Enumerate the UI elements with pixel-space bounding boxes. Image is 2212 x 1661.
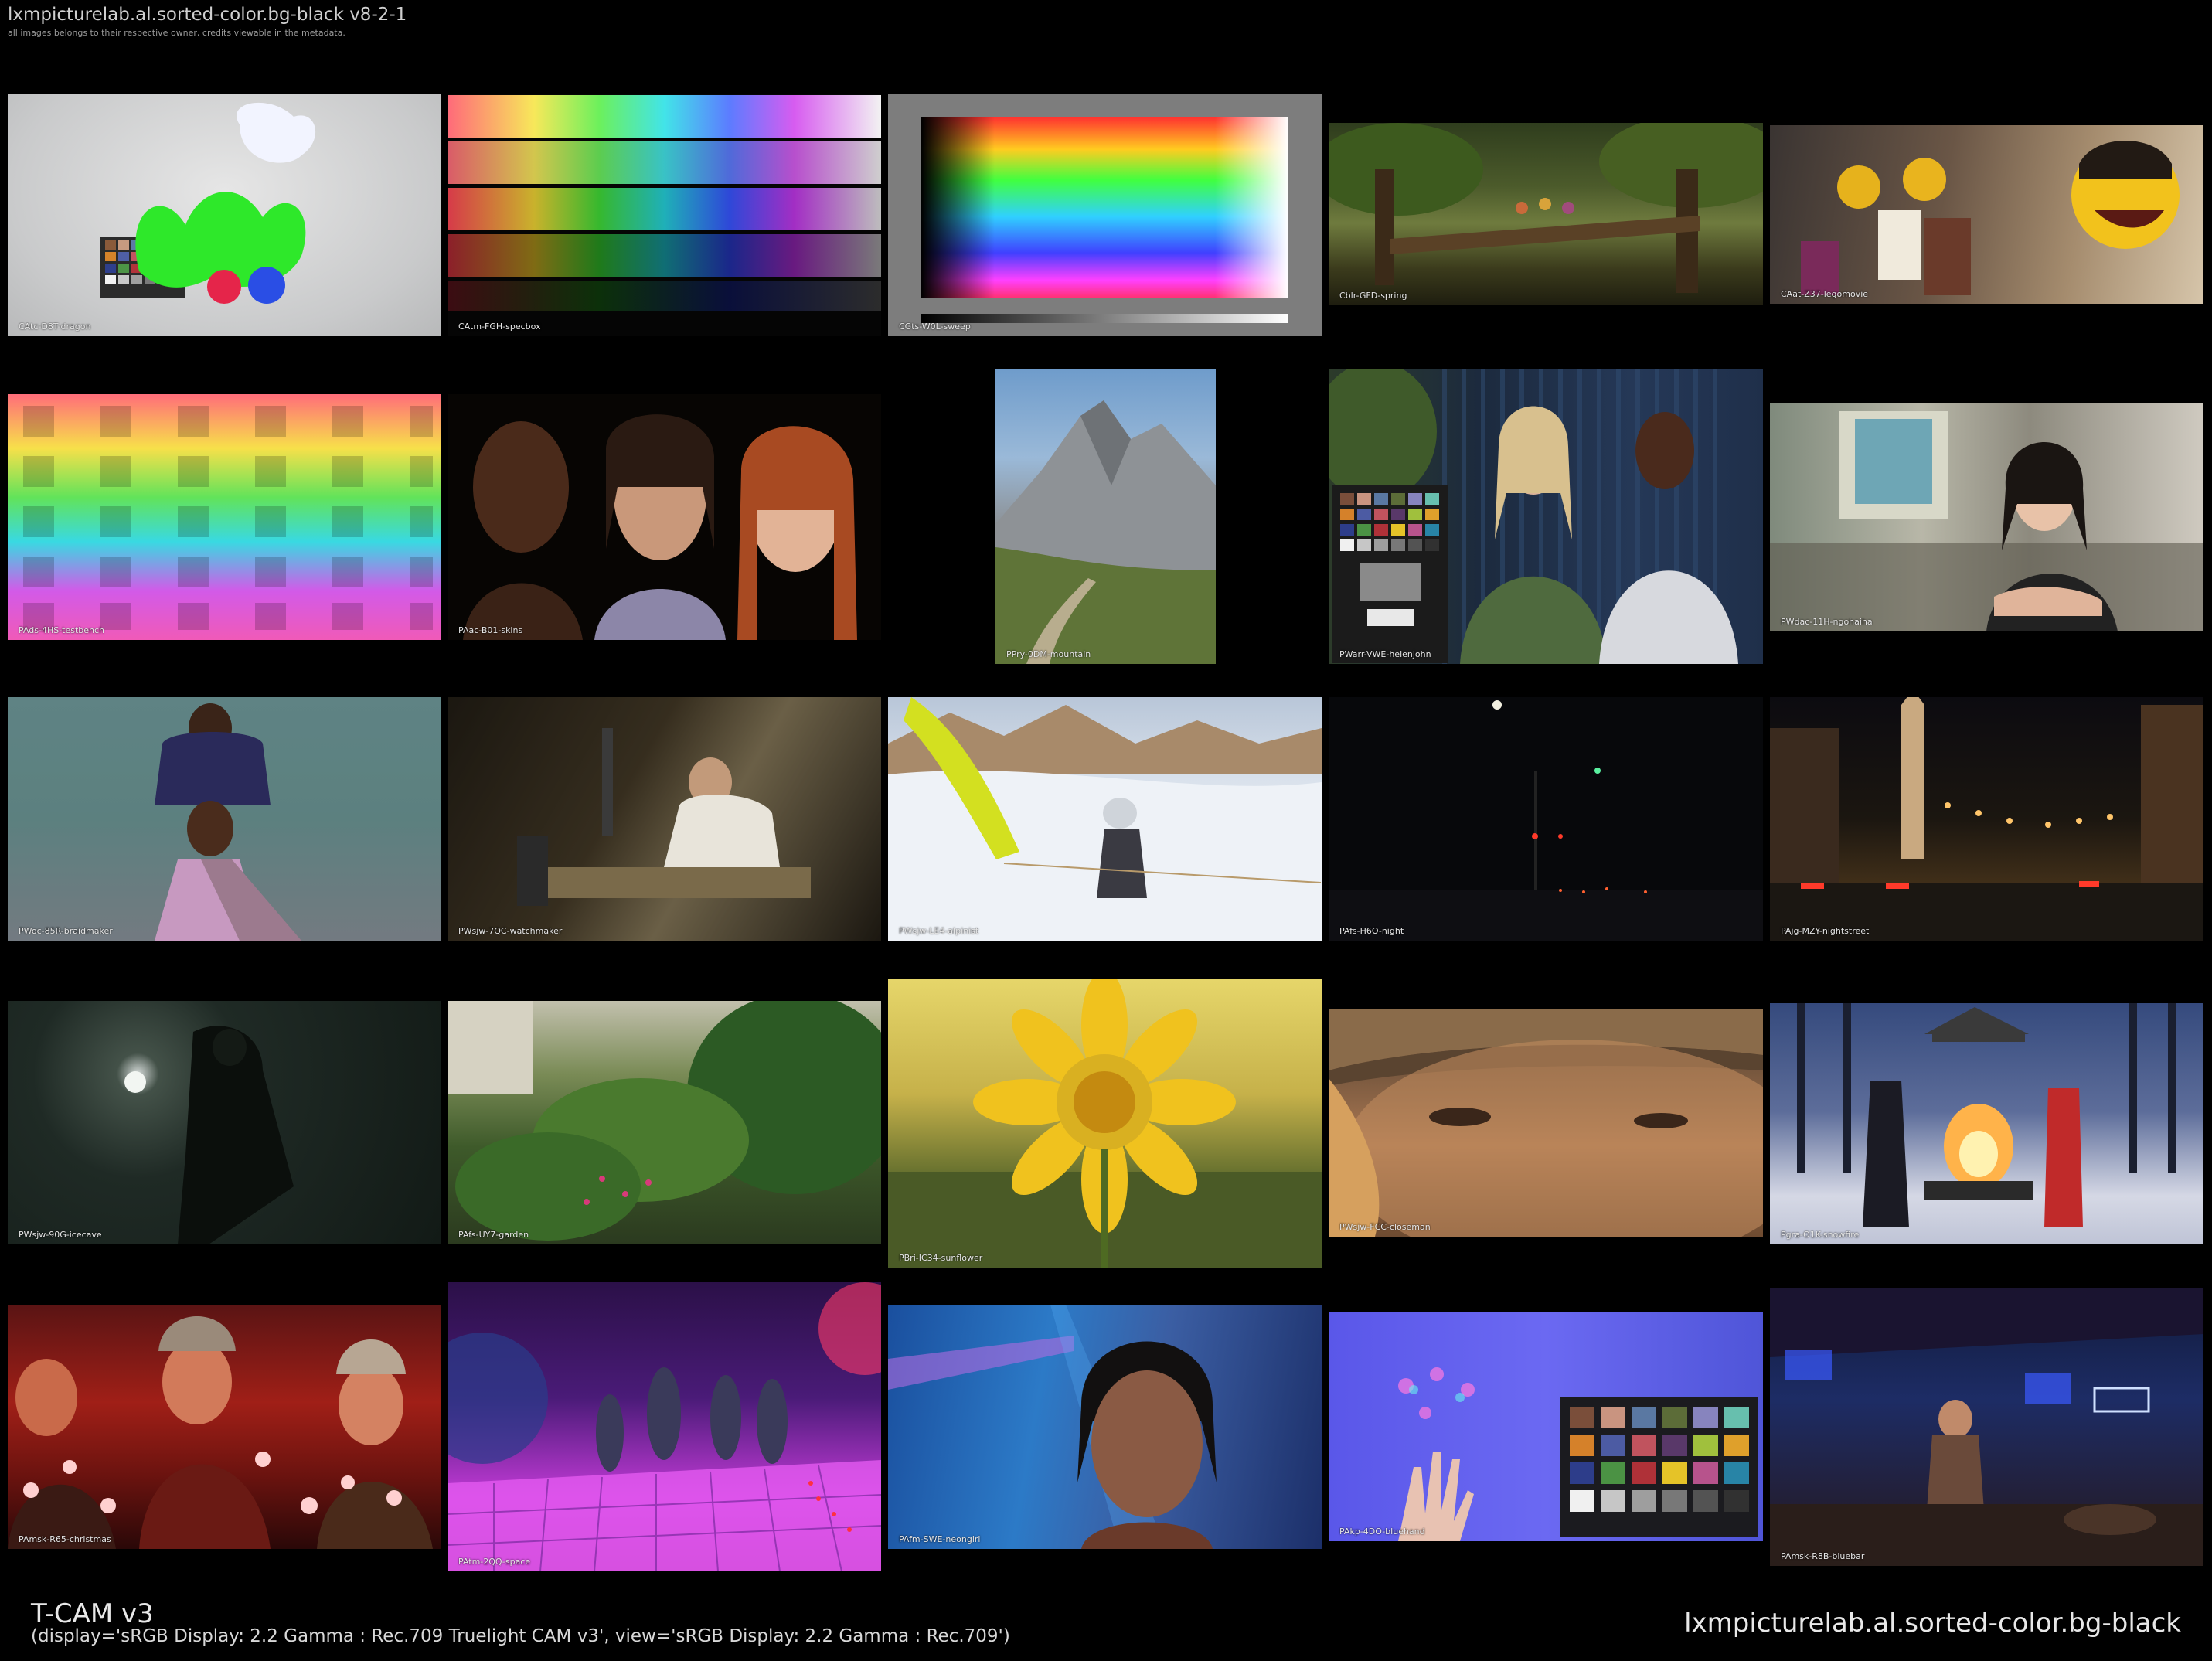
tile-label: PAmsk-R65-christmas [19,1534,111,1544]
tile-label: PWdac-11H-ngohaiha [1781,617,1873,627]
tile-label: PAjg-MZY-nightstreet [1781,926,1870,936]
page-title: lxmpicturelab.al.sorted-color.bg-black v… [8,5,407,25]
image-tile-ngohaiha[interactable]: PWdac-11H-ngohaiha [1770,403,2203,631]
image-tile-bluehand[interactable]: PAkp-4DO-bluehand [1329,1312,1763,1541]
dragon-image [100,102,316,304]
look-params: (display='sRGB Display: 2.2 Gamma : Rec.… [31,1626,1010,1646]
tile-label: PAmsk-R8B-bluebar [1781,1551,1865,1561]
image-tile-sunflower[interactable]: PBri-IC34-sunflower [888,979,1322,1268]
neongirl-image [888,1305,1217,1549]
tile-label: PWoc-85R-braidmaker [19,926,113,936]
tile-label: CGts-W0L-sweep [899,322,971,332]
tile-label: PAkp-4DO-bluehand [1339,1527,1425,1537]
tile-label: PAtm-2QQ-space [458,1557,531,1567]
image-tile-nightstreet[interactable]: PAjg-MZY-nightstreet [1770,697,2203,941]
christmas-image [8,1316,433,1549]
look-name: T-CAM v3 [31,1598,154,1629]
garden-image [448,1001,881,1241]
image-tile-neongirl[interactable]: PAfm-SWE-neongirl [888,1305,1322,1549]
image-tile-closeman[interactable]: PWsjw-FCC-closeman [1329,1009,1763,1237]
tile-label: PWsjw-90G-icecave [19,1230,102,1240]
skins-image [463,414,857,640]
watchmaker-image [448,697,881,941]
specbox-image [448,95,881,311]
tile-label: PWsjw-FCC-closeman [1339,1222,1431,1232]
bluebar-image [1770,1288,2203,1566]
image-tile-bluebar[interactable]: PAmsk-R8B-bluebar [1770,1288,2203,1566]
tile-label: PBri-IC34-sunflower [899,1253,983,1263]
tile-label: PAds-4HS-testbench [19,625,105,635]
tile-label: PAfs-UY7-garden [458,1230,529,1240]
tile-label: CAtm-FGH-specbox [458,322,541,332]
ngohaiha-image [1770,411,2203,631]
tile-label: PWarr-VWE-helenjohn [1339,649,1431,659]
tile-label: PAfs-H6O-night [1339,926,1404,936]
closeman-image [1329,1009,1763,1237]
tile-label: Pgra-O1K-snowfire [1781,1230,1860,1240]
image-tile-helenjohn[interactable]: PWarr-VWE-helenjohn [1329,369,1763,664]
image-tile-skins[interactable]: PAac-B01-skins [448,394,881,640]
mountain-image [995,400,1216,664]
tile-label: PWsjw-LE4-alpinist [899,926,979,936]
testbench-image [23,406,433,630]
set-name: lxmpicturelab.al.sorted-color.bg-black [1684,1608,2181,1639]
image-tile-dragon[interactable]: CAtc-D8T-dragon [8,94,441,336]
image-tile-snowfire[interactable]: Pgra-O1K-snowfire [1770,1003,2203,1244]
image-tile-testbench[interactable]: PAds-4HS-testbench [8,394,441,640]
sunflower-image [888,979,1322,1268]
tile-label: CAtc-D8T-dragon [19,322,91,332]
image-tile-sweep[interactable]: CGts-W0L-sweep [888,94,1322,336]
night-image [1329,700,1763,941]
page-subtitle: all images belongs to their respective o… [8,28,345,38]
image-tile-specbox[interactable]: CAtm-FGH-specbox [448,94,881,336]
braidmaker-image [8,697,441,941]
tile-label: PAac-B01-skins [458,625,523,635]
tile-label: PAfm-SWE-neongirl [899,1534,981,1544]
legomovie-image [1801,141,2180,295]
image-tile-icecave[interactable]: PWsjw-90G-icecave [8,1001,441,1244]
image-tile-mountain[interactable]: PPry-0DM-mountain [995,369,1216,664]
snowfire-image [1797,1003,2176,1227]
image-tile-watchmaker[interactable]: PWsjw-7QC-watchmaker [448,697,881,941]
image-tile-garden[interactable]: PAfs-UY7-garden [448,1001,881,1244]
image-tile-alpinist[interactable]: PWsjw-LE4-alpinist [888,697,1322,941]
image-tile-legomovie[interactable]: CAat-Z37-legomovie [1770,125,2203,304]
tile-label: CAat-Z37-legomovie [1781,289,1869,299]
tile-label: PWsjw-7QC-watchmaker [458,926,563,936]
tile-label: PPry-0DM-mountain [1006,649,1091,659]
image-tile-space[interactable]: PAtm-2QQ-space [448,1282,881,1571]
alpinist-image [888,697,1322,941]
helenjohn-image [1329,369,1738,664]
image-tile-night[interactable]: PAfs-H6O-night [1329,697,1763,941]
bluehand-image [1398,1367,1758,1541]
image-tile-christmas[interactable]: PAmsk-R65-christmas [8,1305,441,1549]
nightstreet-image [1770,697,2203,941]
image-tile-braidmaker[interactable]: PWoc-85R-braidmaker [8,697,441,941]
spring-image [1329,123,1763,293]
sweep-image [921,117,1288,323]
image-tile-spring[interactable]: Cblr-GFD-spring [1329,123,1763,305]
icecave-image [124,1026,294,1244]
space-image [448,1282,881,1571]
tile-label: Cblr-GFD-spring [1339,291,1407,301]
